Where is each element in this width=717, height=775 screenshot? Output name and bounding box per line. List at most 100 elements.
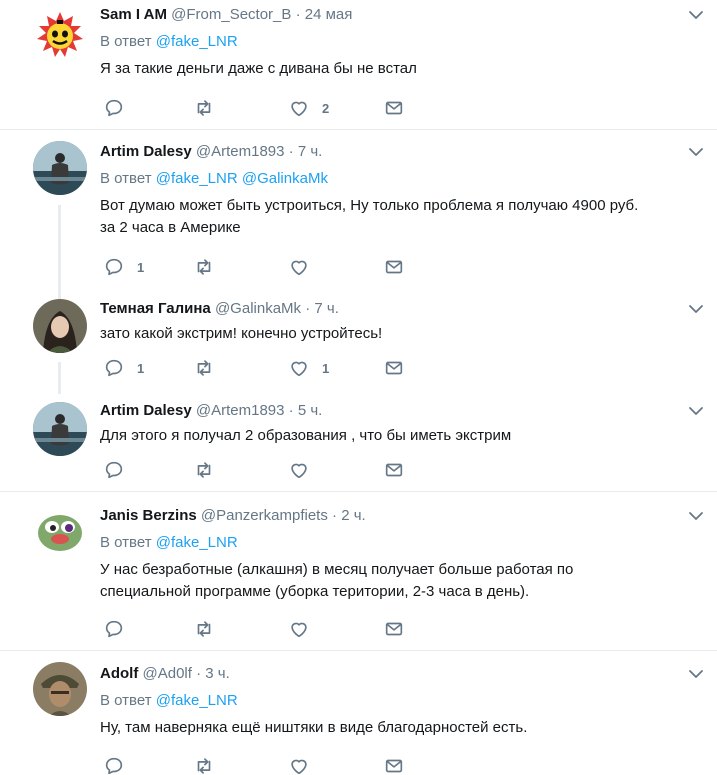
tweet[interactable]: Sam I AM @From_Sector_B · 24 мая В ответ… <box>0 0 717 130</box>
display-name[interactable]: Artim Dalesy <box>100 402 192 419</box>
tweet-text: Ну, там наверняка ещё ништяки в виде бла… <box>100 719 528 736</box>
reply-icon <box>105 620 123 638</box>
more-options-button[interactable] <box>687 665 705 683</box>
mention-link[interactable]: @fake_LNR <box>156 33 238 50</box>
envelope-icon <box>385 759 403 773</box>
direct-message-button[interactable] <box>383 356 405 380</box>
display-name[interactable]: Artim Dalesy <box>100 143 192 160</box>
tweet[interactable]: Artim Dalesy @Artem1893 · 7 ч. В ответ @… <box>0 131 717 299</box>
user-handle[interactable]: @From_Sector_B <box>171 6 291 23</box>
tweet[interactable]: Adolf @Ad0lf · 3 ч. В ответ @fake_LNR Ну… <box>0 652 717 775</box>
tweet-text: Для этого я получал 2 образования , что … <box>100 427 512 444</box>
reply-button[interactable] <box>103 617 137 641</box>
separator-dot: · <box>196 665 202 682</box>
retweet-button[interactable] <box>193 754 227 775</box>
reply-count: 1 <box>137 259 145 275</box>
more-options-button[interactable] <box>687 507 705 525</box>
display-name[interactable]: Sam I AM <box>100 6 167 23</box>
avatar[interactable] <box>33 662 87 716</box>
timestamp[interactable]: 2 ч. <box>341 507 366 524</box>
retweet-button[interactable] <box>193 617 227 641</box>
like-button[interactable] <box>288 617 322 641</box>
avatar[interactable] <box>33 8 87 62</box>
more-options-button[interactable] <box>687 143 705 161</box>
retweet-button[interactable] <box>193 255 227 279</box>
more-options-button[interactable] <box>687 402 705 420</box>
separator-dot: · <box>295 6 301 23</box>
avatar[interactable] <box>33 141 87 195</box>
direct-message-button[interactable] <box>383 754 405 775</box>
envelope-icon <box>385 101 403 115</box>
tweet[interactable]: Janis Berzins @Panzerkampfiets · 2 ч. В … <box>0 493 717 651</box>
tweet-text: Вот думаю может быть устроиться, Ну толь… <box>100 195 697 239</box>
direct-message-button[interactable] <box>383 617 405 641</box>
display-name[interactable]: Adolf <box>100 665 138 682</box>
mention-link[interactable]: @fake_LNR <box>156 692 238 709</box>
user-handle[interactable]: @Artem1893 <box>196 402 285 419</box>
retweet-icon <box>197 621 211 637</box>
retweet-button[interactable] <box>193 356 227 380</box>
reply-button[interactable] <box>103 96 137 120</box>
direct-message-button[interactable] <box>383 96 405 120</box>
like-button[interactable] <box>288 255 322 279</box>
more-options-button[interactable] <box>687 300 705 318</box>
retweet-button[interactable] <box>193 96 227 120</box>
mention-link[interactable]: @GalinkaMk <box>242 170 328 187</box>
heart-icon <box>291 101 307 117</box>
like-button[interactable]: 2 <box>288 96 329 120</box>
avatar[interactable] <box>33 503 87 557</box>
mention-link[interactable]: @fake_LNR <box>156 534 238 551</box>
timestamp[interactable]: 7 ч. <box>314 300 339 317</box>
tweet-header: Artim Dalesy @Artem1893 · 7 ч. <box>100 141 697 163</box>
avatar[interactable] <box>33 299 87 353</box>
user-handle[interactable]: @Artem1893 <box>196 143 285 160</box>
tweet-actions: 2 <box>100 96 420 120</box>
timestamp[interactable]: 5 ч. <box>298 402 323 419</box>
user-handle[interactable]: @GalinkaMk <box>215 300 301 317</box>
retweet-icon <box>197 259 211 275</box>
reply-button[interactable] <box>103 458 137 482</box>
tweet[interactable]: Artim Dalesy @Artem1893 · 5 ч. Для этого… <box>0 390 717 492</box>
heart-icon <box>291 622 307 638</box>
avatar[interactable] <box>33 402 87 456</box>
timestamp[interactable]: 3 ч. <box>205 665 230 682</box>
reply-button[interactable]: 1 <box>103 255 144 279</box>
retweet-icon <box>197 462 211 478</box>
retweet-icon <box>197 758 211 774</box>
envelope-icon <box>385 361 403 375</box>
chevron-down-icon <box>689 512 703 520</box>
like-button[interactable] <box>288 754 322 775</box>
like-button[interactable]: 1 <box>288 356 329 380</box>
reply-icon <box>105 258 123 276</box>
tweet-actions <box>100 458 420 482</box>
retweet-button[interactable] <box>193 458 227 482</box>
reply-prefix: В ответ <box>100 692 152 709</box>
mention-link[interactable]: @fake_LNR <box>156 170 238 187</box>
reply-context: В ответ @fake_LNR <box>100 31 697 53</box>
tweet-text-line: за 2 часа в Америке <box>100 219 241 236</box>
like-button[interactable] <box>288 458 322 482</box>
tweet-text-line: У нас безработные (алкашня) в месяц полу… <box>100 561 574 578</box>
reply-button[interactable]: 1 <box>103 356 144 380</box>
retweet-icon <box>197 360 211 376</box>
tweet-header: Janis Berzins @Panzerkampfiets · 2 ч. <box>100 505 697 527</box>
user-handle[interactable]: @Panzerkampfiets <box>201 507 328 524</box>
tweet[interactable]: Темная Галина @GalinkaMk · 7 ч. зато как… <box>0 290 717 394</box>
more-options-button[interactable] <box>687 6 705 24</box>
direct-message-button[interactable] <box>383 458 405 482</box>
timestamp[interactable]: 7 ч. <box>298 143 323 160</box>
tweet-header: Sam I AM @From_Sector_B · 24 мая <box>100 4 697 26</box>
direct-message-button[interactable] <box>383 255 405 279</box>
separator-dot: · <box>288 143 294 160</box>
reply-button[interactable] <box>103 754 137 775</box>
display-name[interactable]: Темная Галина <box>100 300 211 317</box>
user-handle[interactable]: @Ad0lf <box>143 665 192 682</box>
chevron-down-icon <box>689 148 703 156</box>
display-name[interactable]: Janis Berzins <box>100 507 197 524</box>
retweet-icon <box>197 100 211 116</box>
separator-dot: · <box>288 402 294 419</box>
avatar-image <box>33 141 87 195</box>
tweet-text: Я за такие деньги даже с дивана бы не вс… <box>100 60 417 77</box>
like-count: 2 <box>322 100 330 116</box>
timestamp[interactable]: 24 мая <box>305 6 353 23</box>
